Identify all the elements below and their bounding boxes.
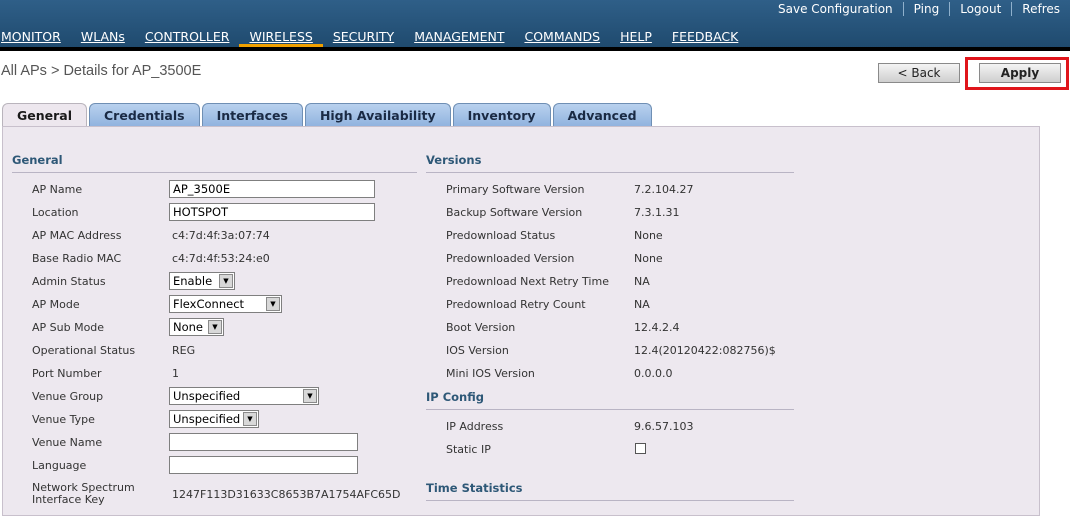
ap-mode-value: FlexConnect	[173, 297, 245, 311]
ap-sub-mode-select[interactable]: None ▼	[169, 318, 224, 336]
ping-link[interactable]: Ping	[902, 2, 950, 16]
tab-advanced[interactable]: Advanced	[552, 103, 652, 127]
tab-credentials[interactable]: Credentials	[89, 103, 200, 127]
admin-status-value: Enable	[173, 274, 213, 288]
venue-type-label: Venue Type	[32, 413, 95, 426]
predownload-next-retry-time-value: NA	[634, 275, 650, 288]
logout-link[interactable]: Logout	[949, 2, 1011, 16]
versions-divider	[426, 172, 794, 173]
chevron-down-icon: ▼	[219, 274, 233, 288]
admin-status-label: Admin Status	[32, 275, 106, 288]
ap-mac-label: AP MAC Address	[32, 229, 122, 242]
general-heading: General	[12, 153, 63, 167]
chevron-down-icon: ▼	[266, 297, 280, 311]
nav-monitor[interactable]: MONITOR	[0, 27, 71, 47]
boot-version-value: 12.4.2.4	[634, 321, 680, 334]
tab-bar: General Credentials Interfaces High Avai…	[2, 103, 652, 127]
venue-group-select[interactable]: Unspecified ▼	[169, 387, 319, 405]
tab-high-availability[interactable]: High Availability	[304, 103, 451, 127]
predownload-status-value: None	[634, 229, 663, 242]
static-ip-checkbox[interactable]	[635, 443, 646, 454]
admin-status-select[interactable]: Enable ▼	[169, 272, 235, 290]
predownloaded-version-label: Predownloaded Version	[446, 252, 575, 265]
base-radio-mac-value: c4:7d:4f:53:24:e0	[172, 252, 270, 265]
predownload-retry-count-label: Predownload Retry Count	[446, 298, 586, 311]
ip-config-divider	[426, 409, 794, 410]
nav-wireless[interactable]: WIRELESS	[239, 27, 323, 47]
ios-version-value: 12.4(20120422:082756)$	[634, 344, 776, 357]
chevron-down-icon: ▼	[243, 412, 257, 426]
backup-software-version-label: Backup Software Version	[446, 206, 583, 219]
predownload-status-label: Predownload Status	[446, 229, 556, 242]
chevron-down-icon: ▼	[208, 320, 222, 334]
backup-software-version-value: 7.3.1.31	[634, 206, 680, 219]
predownloaded-version-value: None	[634, 252, 663, 265]
base-radio-mac-label: Base Radio MAC	[32, 252, 122, 265]
ap-sub-mode-label: AP Sub Mode	[32, 321, 105, 334]
back-button[interactable]: < Back	[878, 63, 960, 83]
versions-heading: Versions	[426, 153, 482, 167]
utility-links: Save Configuration Ping Logout Refres	[768, 2, 1070, 16]
predownload-next-retry-time-label: Predownload Next Retry Time	[446, 275, 609, 288]
ap-name-label: AP Name	[32, 183, 83, 196]
time-statistics-divider	[426, 500, 794, 501]
nav-security[interactable]: SECURITY	[323, 27, 404, 47]
predownload-retry-count-value: NA	[634, 298, 650, 311]
nav-controller[interactable]: CONTROLLER	[135, 27, 240, 47]
nav-wlans[interactable]: WLANs	[71, 27, 135, 47]
ap-sub-mode-value: None	[173, 320, 204, 334]
tab-inventory[interactable]: Inventory	[452, 103, 551, 127]
save-configuration-link[interactable]: Save Configuration	[768, 2, 903, 16]
tab-interfaces[interactable]: Interfaces	[201, 103, 303, 127]
mini-ios-version-label: Mini IOS Version	[446, 367, 535, 380]
ap-mac-value: c4:7d:4f:3a:07:74	[172, 229, 270, 242]
ip-address-value: 9.6.57.103	[634, 420, 694, 433]
ip-address-label: IP Address	[446, 420, 504, 433]
nav-feedback[interactable]: FEEDBACK	[662, 27, 748, 47]
boot-version-label: Boot Version	[446, 321, 516, 334]
mini-ios-version-value: 0.0.0.0	[634, 367, 673, 380]
operational-status-label: Operational Status	[32, 344, 136, 357]
apply-button[interactable]: Apply	[979, 63, 1061, 83]
static-ip-label: Static IP	[446, 443, 491, 456]
time-statistics-heading: Time Statistics	[426, 481, 523, 495]
operational-status-value: REG	[172, 344, 196, 357]
nav-divider	[0, 47, 1070, 51]
nsi-label-line-2: Interface Key	[32, 493, 105, 506]
port-number-label: Port Number	[32, 367, 102, 380]
venue-name-label: Venue Name	[32, 436, 103, 449]
ap-mode-label: AP Mode	[32, 298, 80, 311]
port-number-value: 1	[172, 367, 179, 380]
top-header-bar: Save Configuration Ping Logout Refres MO…	[0, 0, 1070, 48]
ap-name-input[interactable]	[169, 180, 375, 198]
general-divider	[12, 172, 417, 173]
nav-help[interactable]: HELP	[610, 27, 662, 47]
ip-config-heading: IP Config	[426, 390, 484, 404]
ap-mode-select[interactable]: FlexConnect ▼	[169, 295, 282, 313]
location-input[interactable]	[169, 203, 375, 221]
language-label: Language	[32, 459, 87, 472]
tab-general[interactable]: General	[2, 103, 87, 127]
refresh-link[interactable]: Refres	[1011, 2, 1070, 16]
venue-name-input[interactable]	[169, 433, 358, 451]
venue-group-value: Unspecified	[173, 389, 241, 403]
location-label: Location	[32, 206, 79, 219]
venue-type-select[interactable]: Unspecified ▼	[169, 410, 259, 428]
venue-type-value: Unspecified	[173, 412, 241, 426]
page-title: All APs > Details for AP_3500E	[1, 63, 202, 79]
main-nav: MONITOR WLANs CONTROLLER WIRELESS SECURI…	[0, 27, 748, 47]
venue-group-label: Venue Group	[32, 390, 104, 403]
primary-software-version-label: Primary Software Version	[446, 183, 585, 196]
nav-management[interactable]: MANAGEMENT	[404, 27, 514, 47]
network-spectrum-interface-key-label: Network Spectrum Interface Key	[32, 482, 135, 506]
network-spectrum-interface-key-value: 1247F113D31633C8653B7A1754AFC65D	[172, 488, 401, 501]
chevron-down-icon: ▼	[303, 389, 317, 403]
nav-commands[interactable]: COMMANDS	[514, 27, 610, 47]
primary-software-version-value: 7.2.104.27	[634, 183, 694, 196]
ios-version-label: IOS Version	[446, 344, 509, 357]
language-input[interactable]	[169, 456, 358, 474]
